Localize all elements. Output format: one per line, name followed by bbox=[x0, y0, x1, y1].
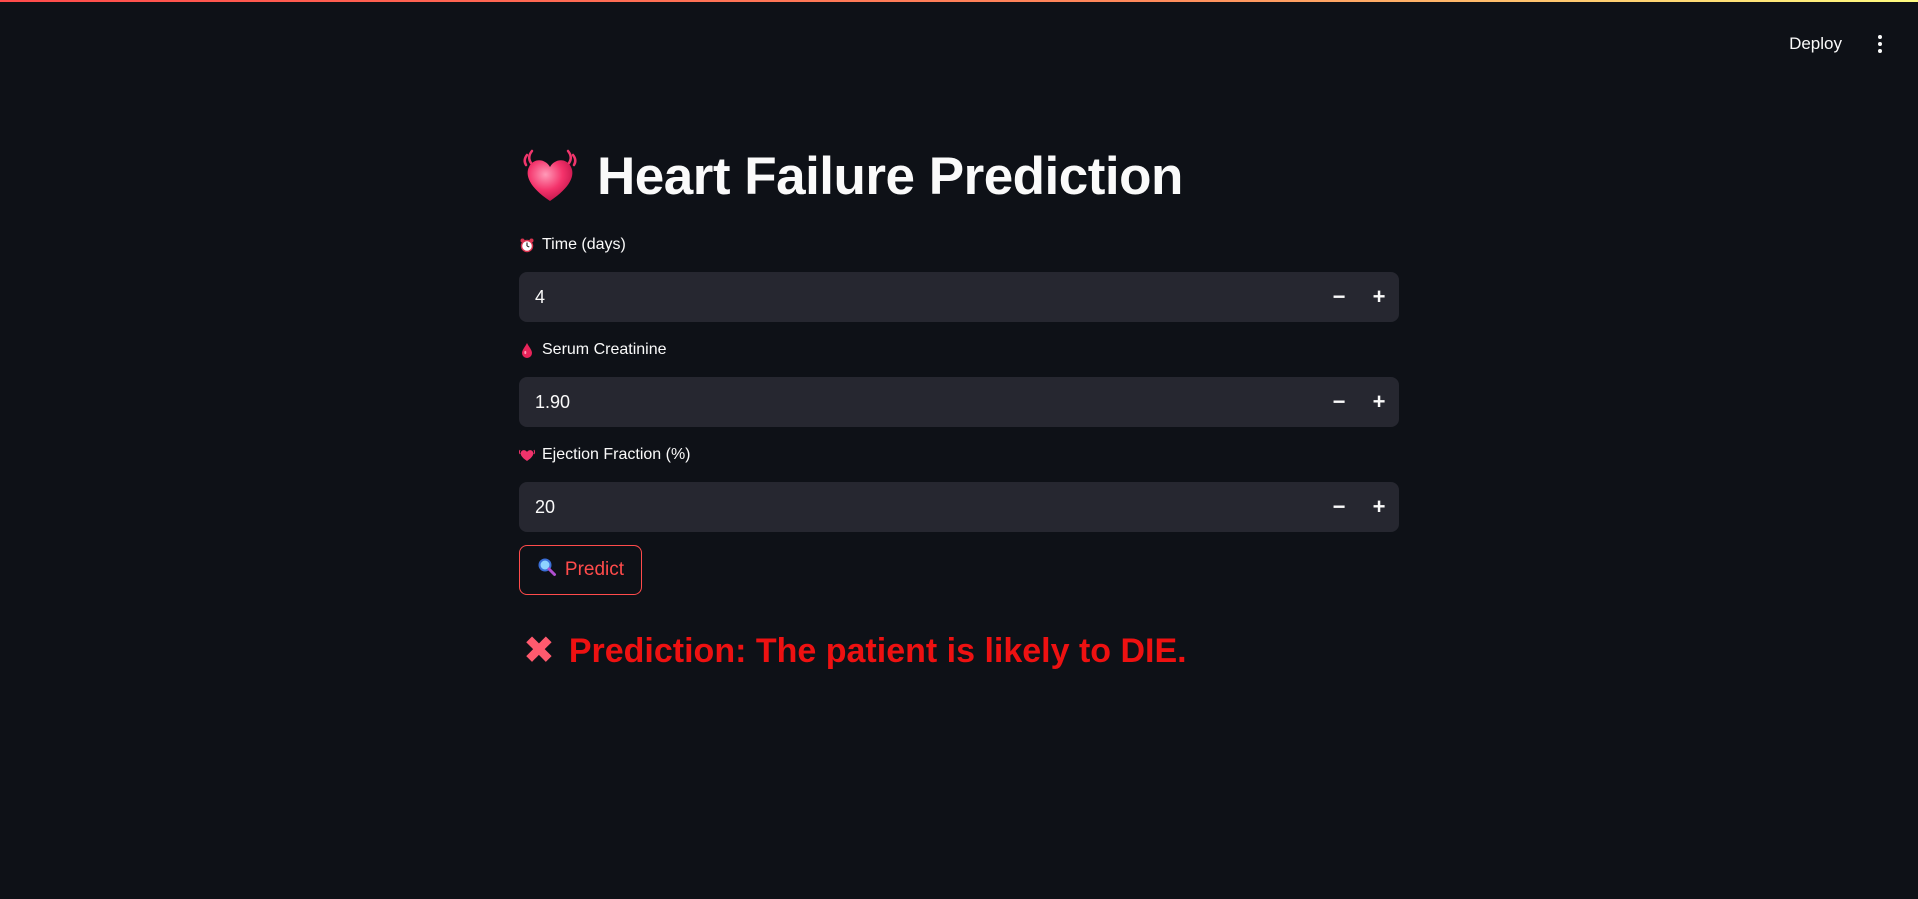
alarm-clock-icon bbox=[519, 237, 535, 253]
field-label-row: Time (days) bbox=[519, 233, 1399, 257]
decrement-button[interactable]: − bbox=[1319, 377, 1359, 427]
ejection-fraction-field: Ejection Fraction (%) − + bbox=[519, 443, 1399, 533]
serum-creatinine-field: Serum Creatinine − + bbox=[519, 338, 1399, 428]
page-title: Heart Failure Prediction bbox=[597, 146, 1183, 206]
field-label-row: Serum Creatinine bbox=[519, 338, 1399, 362]
beating-heart-icon bbox=[519, 145, 581, 207]
field-label: Serum Creatinine bbox=[542, 341, 667, 358]
blood-drop-icon bbox=[519, 342, 535, 358]
top-decoration-bar bbox=[0, 0, 1918, 2]
time-days-field: Time (days) − + bbox=[519, 233, 1399, 323]
cross-mark-icon: ✖ bbox=[523, 630, 555, 672]
increment-button[interactable]: + bbox=[1359, 482, 1399, 532]
field-label: Ejection Fraction (%) bbox=[542, 446, 691, 463]
time-days-input[interactable] bbox=[519, 271, 1319, 323]
prediction-result-text: Prediction: The patient is likely to DIE… bbox=[568, 631, 1187, 670]
increment-button[interactable]: + bbox=[1359, 377, 1399, 427]
field-label: Time (days) bbox=[542, 236, 626, 253]
serum-creatinine-input-box: − + bbox=[519, 376, 1399, 428]
predict-button[interactable]: Predict bbox=[519, 545, 642, 595]
time-days-input-box: − + bbox=[519, 271, 1399, 323]
prediction-result: ✖ Prediction: The patient is likely to D… bbox=[523, 628, 1187, 674]
decrement-button[interactable]: − bbox=[1319, 272, 1359, 322]
ejection-fraction-input[interactable] bbox=[519, 481, 1319, 533]
magnifier-icon bbox=[537, 557, 557, 583]
predict-button-label: Predict bbox=[564, 559, 625, 580]
ejection-fraction-input-box: − + bbox=[519, 481, 1399, 533]
deploy-button[interactable]: Deploy bbox=[1781, 28, 1850, 60]
field-label-row: Ejection Fraction (%) bbox=[519, 443, 1399, 467]
decrement-button[interactable]: − bbox=[1319, 482, 1359, 532]
increment-button[interactable]: + bbox=[1359, 272, 1399, 322]
serum-creatinine-input[interactable] bbox=[519, 376, 1319, 428]
app-header: Deploy bbox=[1781, 28, 1890, 60]
kebab-menu-icon[interactable] bbox=[1870, 28, 1890, 60]
page-title-row: Heart Failure Prediction bbox=[519, 144, 1183, 208]
heart-icon bbox=[519, 447, 535, 463]
